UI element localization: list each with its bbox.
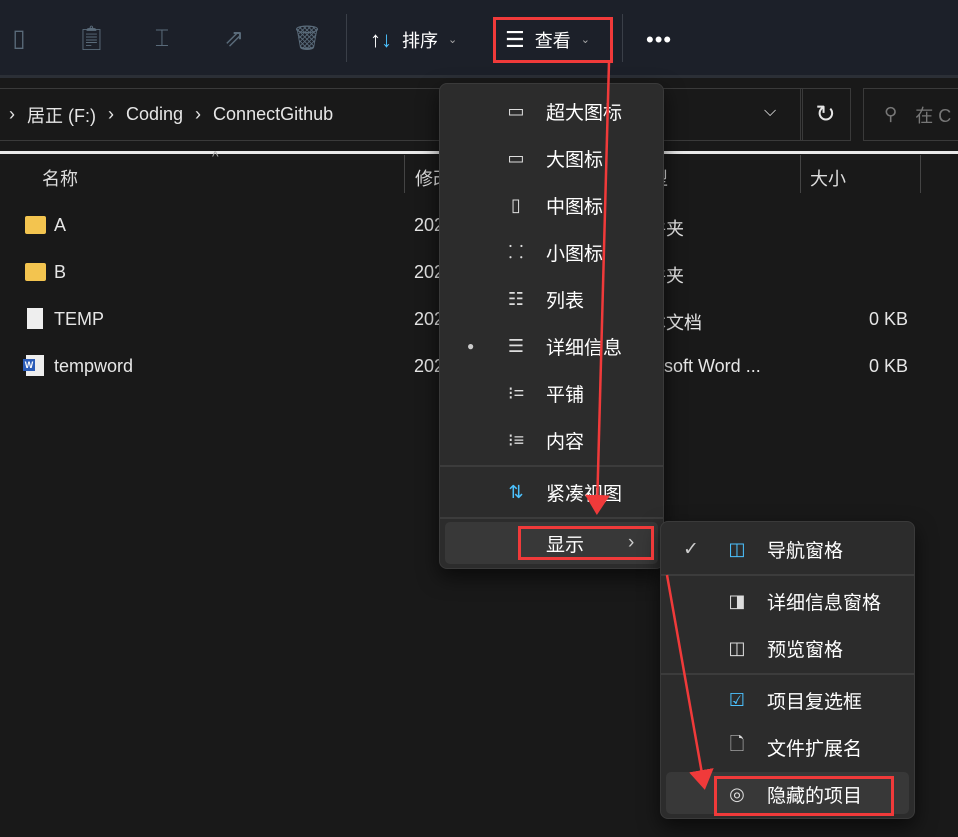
annotation-arrow [665,574,714,790]
annotation-arrow [584,61,611,515]
annotation-arrows [584,61,714,790]
